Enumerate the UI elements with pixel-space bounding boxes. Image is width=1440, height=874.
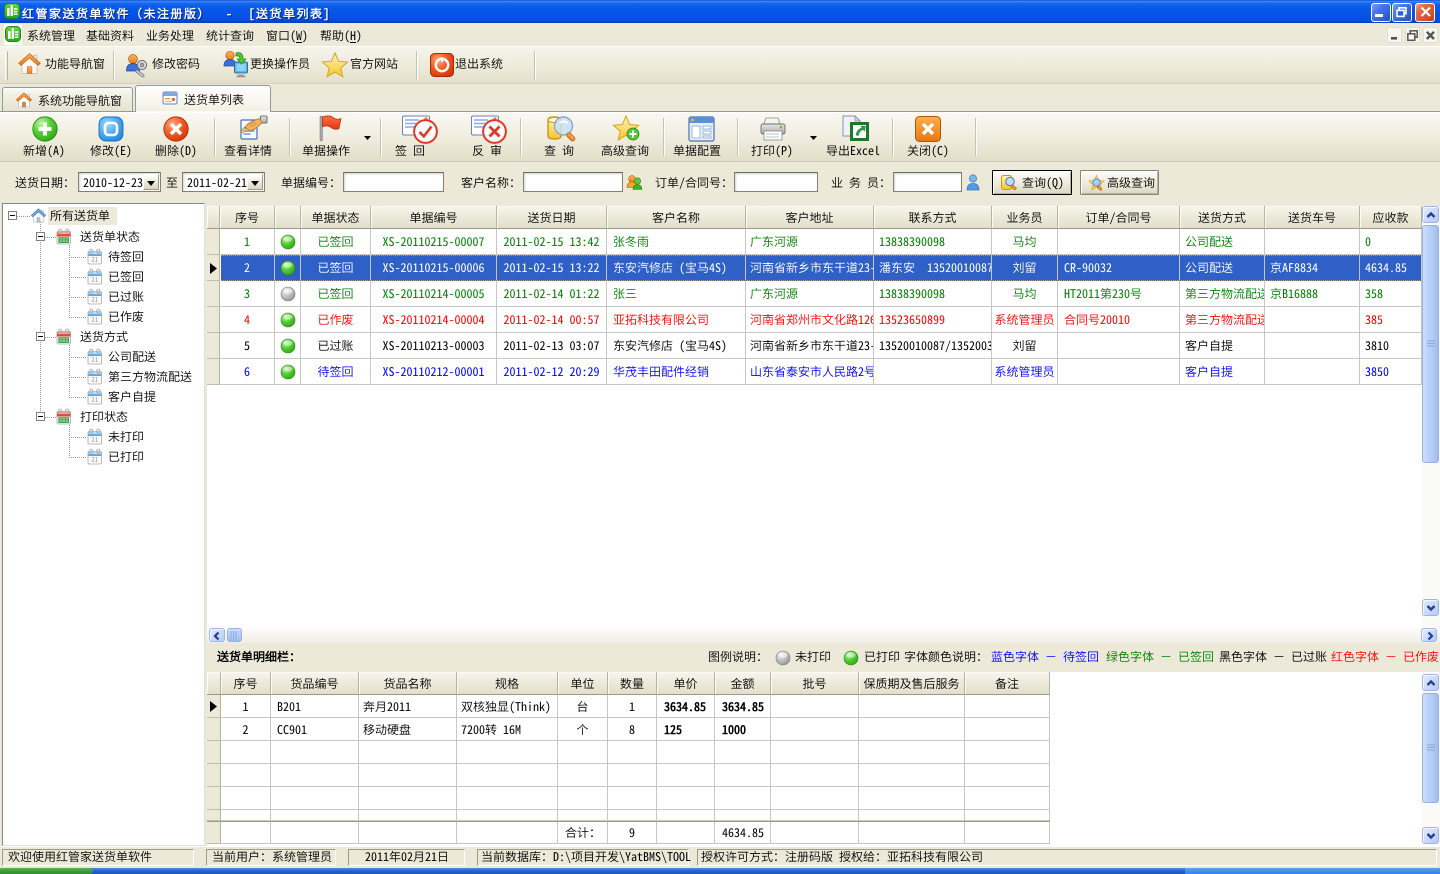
svg-text:21: 21 <box>91 395 98 405</box>
svg-text:21: 21 <box>91 455 98 465</box>
svg-text:21: 21 <box>91 355 98 365</box>
svg-text:21: 21 <box>91 375 98 385</box>
svg-text:21: 21 <box>91 435 98 445</box>
svg-text:21: 21 <box>91 315 98 325</box>
svg-text:21: 21 <box>91 295 98 305</box>
svg-text:21: 21 <box>91 275 98 285</box>
svg-text:21: 21 <box>91 255 98 265</box>
